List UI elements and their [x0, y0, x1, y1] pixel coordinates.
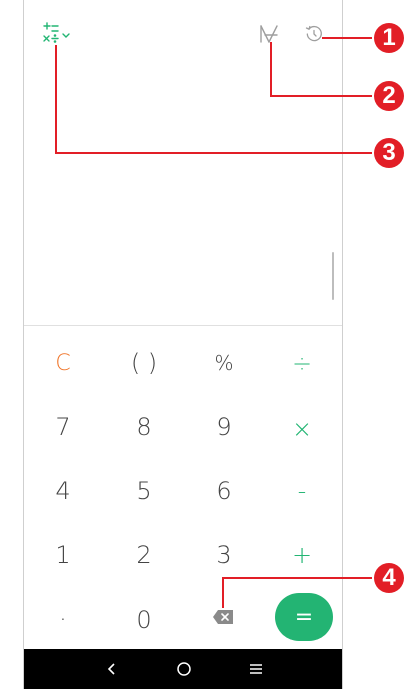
minus-button[interactable]: -: [272, 471, 332, 511]
system-navigation-bar: [24, 649, 342, 689]
digit-8-button[interactable]: 8: [114, 407, 174, 447]
digit-5-button[interactable]: 5: [114, 471, 174, 511]
callout-line-1: [322, 37, 372, 39]
digit-6-button[interactable]: 6: [194, 471, 254, 511]
callout-badge-2: 2: [374, 81, 404, 111]
digit-3-button[interactable]: 3: [194, 535, 254, 575]
multiply-button[interactable]: ×: [272, 409, 332, 449]
callout-badge-4: 4: [374, 563, 404, 593]
history-icon[interactable]: [305, 25, 323, 43]
callout-line-4-vertical: [222, 577, 224, 608]
percent-button[interactable]: %: [194, 343, 254, 383]
decimal-button[interactable]: .: [33, 592, 93, 632]
display-scrollbar[interactable]: [332, 252, 334, 300]
nav-home-icon[interactable]: [164, 649, 204, 689]
callout-line-3-horizontal: [55, 152, 372, 154]
divide-button[interactable]: ÷: [272, 343, 332, 383]
nav-recents-icon[interactable]: [236, 649, 276, 689]
nav-back-icon[interactable]: [92, 649, 132, 689]
backspace-icon[interactable]: [212, 609, 234, 625]
callout-badge-3: 3: [374, 138, 404, 168]
digit-9-button[interactable]: 9: [194, 407, 254, 447]
digit-1-button[interactable]: 1: [33, 535, 93, 575]
callout-badge-1: 1: [374, 23, 404, 53]
digit-2-button[interactable]: 2: [114, 535, 174, 575]
plus-button[interactable]: +: [272, 535, 332, 575]
equals-button[interactable]: =: [275, 593, 333, 641]
callout-line-3-vertical: [55, 45, 57, 154]
callout-line-2-vertical: [270, 42, 272, 97]
parentheses-button[interactable]: ( ): [114, 343, 174, 383]
digit-7-button[interactable]: 7: [33, 407, 93, 447]
digit-0-button[interactable]: 0: [114, 600, 174, 640]
callout-line-2-horizontal: [270, 95, 372, 97]
unit-conversion-icon[interactable]: [258, 24, 280, 44]
keypad-divider: [24, 325, 342, 326]
clear-button[interactable]: C: [33, 343, 93, 383]
callout-line-4-horizontal: [222, 577, 372, 579]
digit-4-button[interactable]: 4: [33, 471, 93, 511]
calculator-display: [24, 60, 342, 322]
conversion-menu-icon[interactable]: [42, 22, 76, 44]
calculator-app: C ( ) % ÷ 7 8 9 × 4 5 6 - 1 2 3 + . 0 =: [23, 0, 343, 689]
